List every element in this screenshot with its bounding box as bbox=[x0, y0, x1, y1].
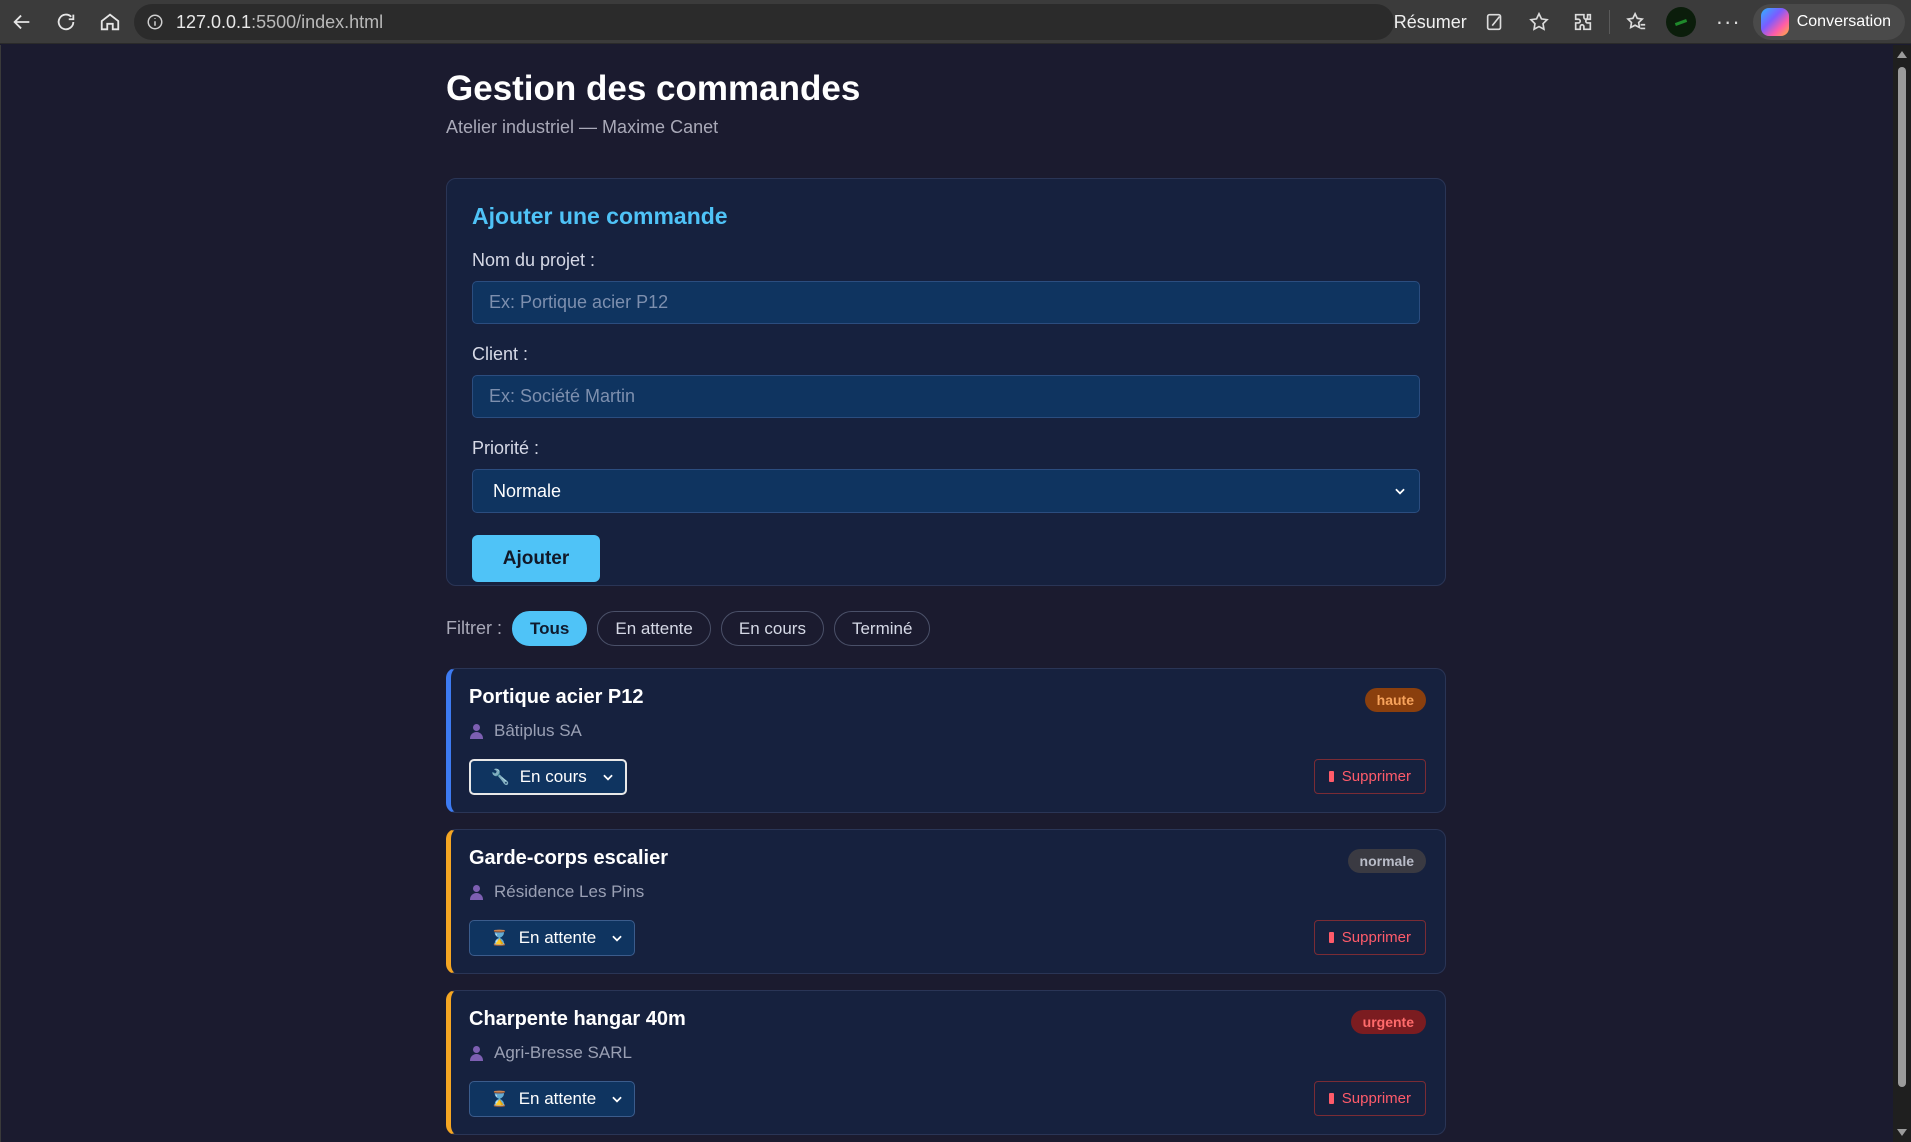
priority-select[interactable]: Normale bbox=[472, 469, 1420, 513]
url-path: :5500/index.html bbox=[251, 11, 384, 32]
chevron-down-icon bbox=[1395, 488, 1405, 495]
info-icon[interactable] bbox=[146, 13, 164, 31]
browser-toolbar: 127.0.0.1:5500/index.html Résumer ··· Co… bbox=[0, 0, 1911, 44]
priority-badge: haute bbox=[1364, 688, 1426, 712]
page-subtitle: Atelier industriel — Maxime Canet bbox=[446, 117, 719, 137]
trash-icon bbox=[1328, 932, 1334, 943]
copilot-icon bbox=[1760, 8, 1789, 36]
summarize-icon[interactable] bbox=[1473, 0, 1517, 44]
status-value: En cours bbox=[519, 767, 587, 786]
main-container: Gestion des commandes Atelier industriel… bbox=[446, 45, 1446, 1142]
order-card: Portique acier P12 Bâtiplus SA haute 🔧 E… bbox=[446, 668, 1446, 813]
address-bar[interactable]: 127.0.0.1:5500/index.html bbox=[134, 4, 1394, 40]
order-name: Portique acier P12 bbox=[469, 686, 644, 708]
filter-bar: Filtrer : Tous En attente En cours Termi… bbox=[446, 611, 1446, 646]
order-client: Résidence Les Pins bbox=[469, 882, 1425, 902]
summarize-button[interactable]: Résumer bbox=[1394, 12, 1467, 33]
priority-value: Normale bbox=[493, 480, 562, 501]
chevron-down-icon bbox=[612, 935, 622, 942]
more-options-icon[interactable]: ··· bbox=[1716, 9, 1741, 35]
client-name: Agri-Bresse SARL bbox=[494, 1043, 632, 1062]
delete-label: Supprimer bbox=[1341, 929, 1411, 946]
priority-label: Priorité : bbox=[472, 438, 540, 458]
favorite-star-icon[interactable] bbox=[1517, 0, 1561, 44]
scrollbar-thumb[interactable] bbox=[1898, 67, 1906, 1087]
filter-chip-in-progress[interactable]: En cours bbox=[720, 611, 824, 646]
person-icon bbox=[469, 1045, 484, 1061]
url-host: 127.0.0.1 bbox=[176, 11, 252, 32]
filter-chip-done[interactable]: Terminé bbox=[833, 611, 931, 646]
trash-icon bbox=[1328, 771, 1334, 782]
scroll-down-icon[interactable] bbox=[1897, 1129, 1907, 1136]
order-name: Garde-corps escalier bbox=[469, 847, 668, 869]
url-text: 127.0.0.1:5500/index.html bbox=[176, 12, 383, 33]
conversation-button[interactable]: Conversation bbox=[1752, 4, 1905, 40]
order-list: Portique acier P12 Bâtiplus SA haute 🔧 E… bbox=[446, 668, 1446, 1135]
toolbar-divider bbox=[1608, 10, 1610, 34]
client-name: Bâtiplus SA bbox=[494, 721, 582, 740]
status-select[interactable]: ⌛ En attente bbox=[469, 1081, 636, 1117]
client-input[interactable] bbox=[472, 375, 1420, 418]
order-name: Charpente hangar 40m bbox=[469, 1008, 686, 1030]
priority-badge: normale bbox=[1347, 849, 1426, 873]
hourglass-icon: ⌛ bbox=[490, 1091, 509, 1108]
person-icon bbox=[469, 723, 484, 739]
delete-label: Supprimer bbox=[1341, 768, 1411, 785]
add-button[interactable]: Ajouter bbox=[472, 535, 600, 582]
person-icon bbox=[469, 884, 484, 900]
home-icon[interactable] bbox=[88, 0, 132, 44]
order-card: Charpente hangar 40m Agri-Bresse SARL ur… bbox=[446, 990, 1446, 1135]
order-card: Garde-corps escalier Résidence Les Pins … bbox=[446, 829, 1446, 974]
priority-badge: urgente bbox=[1350, 1010, 1426, 1034]
favorites-icon[interactable] bbox=[1614, 0, 1658, 44]
back-icon[interactable] bbox=[0, 0, 44, 44]
chevron-down-icon bbox=[612, 1096, 622, 1103]
profile-avatar[interactable] bbox=[1665, 7, 1696, 37]
page-title: Gestion des commandes bbox=[446, 69, 861, 108]
wrench-icon: 🔧 bbox=[491, 769, 510, 786]
chevron-down-icon bbox=[603, 774, 613, 781]
order-client: Bâtiplus SA bbox=[469, 721, 1425, 741]
conversation-label: Conversation bbox=[1796, 13, 1891, 30]
form-heading: Ajouter une commande bbox=[472, 203, 728, 229]
trash-icon bbox=[1328, 1093, 1334, 1104]
order-client: Agri-Bresse SARL bbox=[469, 1043, 1425, 1063]
client-name: Résidence Les Pins bbox=[494, 882, 645, 901]
filter-chip-all[interactable]: Tous bbox=[512, 611, 588, 646]
scroll-up-icon[interactable] bbox=[1897, 51, 1907, 58]
status-value: En attente bbox=[518, 928, 597, 947]
extensions-icon[interactable] bbox=[1561, 0, 1605, 44]
status-select[interactable]: ⌛ En attente bbox=[469, 920, 636, 956]
delete-label: Supprimer bbox=[1341, 1090, 1411, 1107]
project-name-label: Nom du projet : bbox=[472, 250, 596, 270]
refresh-icon[interactable] bbox=[44, 0, 88, 44]
status-select[interactable]: 🔧 En cours bbox=[469, 759, 627, 795]
delete-button[interactable]: Supprimer bbox=[1313, 759, 1426, 794]
page-scrollbar[interactable] bbox=[1893, 45, 1911, 1142]
filter-chip-pending[interactable]: En attente bbox=[597, 611, 711, 646]
hourglass-icon: ⌛ bbox=[490, 930, 509, 947]
client-label: Client : bbox=[472, 344, 529, 364]
delete-button[interactable]: Supprimer bbox=[1313, 1081, 1426, 1116]
page-viewport: Gestion des commandes Atelier industriel… bbox=[0, 45, 1893, 1142]
project-name-input[interactable] bbox=[472, 281, 1420, 324]
filter-label: Filtrer : bbox=[446, 618, 502, 638]
add-order-form: Ajouter une commande Nom du projet : Cli… bbox=[446, 178, 1446, 586]
delete-button[interactable]: Supprimer bbox=[1313, 920, 1426, 955]
status-value: En attente bbox=[518, 1089, 597, 1108]
